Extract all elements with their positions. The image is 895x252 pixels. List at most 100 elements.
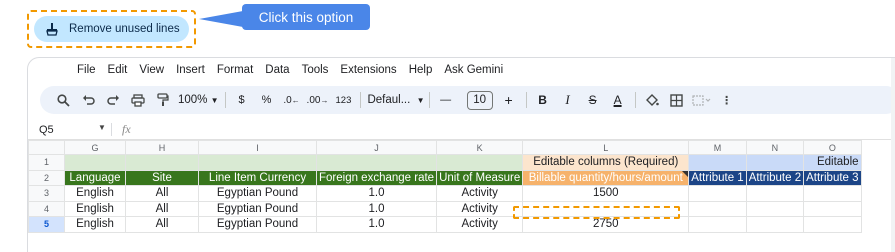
table-cell[interactable]: 1500 xyxy=(522,185,690,202)
table-cell[interactable]: 1.0 xyxy=(315,216,438,233)
remove-unused-lines-button[interactable]: Remove unused lines xyxy=(34,16,189,42)
editable-required-header[interactable]: Editable columns (Required) xyxy=(522,154,690,171)
table-cell[interactable]: Egyptian Pound xyxy=(198,216,317,233)
text-color-button[interactable]: A xyxy=(608,89,628,111)
decrease-decimal-button[interactable]: .0 ← xyxy=(282,89,302,111)
menu-help[interactable]: Help xyxy=(408,64,434,76)
row-header-5[interactable]: 5 xyxy=(28,216,65,233)
menu-insert[interactable]: Insert xyxy=(175,64,206,76)
header-language[interactable]: Language xyxy=(64,169,126,186)
header-foreign-exchange-rate[interactable]: Foreign exchange rate xyxy=(315,169,438,186)
row-header-2[interactable]: 2 xyxy=(28,169,65,186)
row-header-4[interactable]: 4 xyxy=(28,200,65,217)
bold-button[interactable]: B xyxy=(533,89,553,111)
remove-unused-lines-label: Remove unused lines xyxy=(69,23,180,35)
column-header-l[interactable]: L xyxy=(522,140,690,155)
cell-k1[interactable] xyxy=(436,154,524,171)
cell-h1[interactable] xyxy=(125,154,199,171)
column-header-m[interactable]: M xyxy=(688,140,747,155)
menu-view[interactable]: View xyxy=(138,64,165,76)
menu-file[interactable]: File xyxy=(76,64,97,76)
font-size-input[interactable]: 10 xyxy=(466,90,493,110)
name-box[interactable]: Q5 xyxy=(39,124,54,136)
italic-button[interactable]: I xyxy=(558,89,578,111)
number-format-button[interactable]: 123 xyxy=(333,89,353,111)
table-cell[interactable] xyxy=(803,185,862,202)
table-cell[interactable]: Egyptian Pound xyxy=(198,200,317,217)
fill-color-icon[interactable] xyxy=(642,89,662,111)
merge-cells-icon[interactable] xyxy=(691,89,712,111)
strikethrough-button[interactable]: S xyxy=(583,89,603,111)
header-line-item-currency[interactable]: Line Item Currency xyxy=(198,169,317,186)
table-cell[interactable]: All xyxy=(125,185,199,202)
more-options-icon[interactable]: ⋮ xyxy=(717,89,737,111)
table-cell[interactable] xyxy=(688,216,747,233)
header-attribute-2[interactable]: Attribute 2 xyxy=(745,169,805,186)
print-icon[interactable] xyxy=(128,89,148,111)
table-cell[interactable] xyxy=(745,200,805,217)
column-header-i[interactable]: I xyxy=(198,140,317,155)
table-cell[interactable]: All xyxy=(125,216,199,233)
table-cell[interactable]: English xyxy=(64,200,126,217)
table-cell[interactable] xyxy=(745,185,805,202)
note-indicator xyxy=(682,170,688,177)
table-cell[interactable] xyxy=(803,200,862,217)
table-cell[interactable]: Egyptian Pound xyxy=(198,185,317,202)
empty-row-highlight xyxy=(513,206,680,219)
header-unit-of-measure[interactable]: Unit of Measure xyxy=(436,169,524,186)
editable-header[interactable]: Editable xyxy=(803,154,862,171)
cell-m1[interactable] xyxy=(688,154,747,171)
column-header-n[interactable]: N xyxy=(745,140,805,155)
table-cell[interactable]: Activity xyxy=(436,200,524,217)
menu-tools[interactable]: Tools xyxy=(301,64,330,76)
table-cell[interactable]: Activity xyxy=(436,185,524,202)
paint-format-icon[interactable] xyxy=(153,89,173,111)
header-attribute-3[interactable]: Attribute 3 xyxy=(803,169,862,186)
redo-icon[interactable] xyxy=(103,89,123,111)
increase-font-size-button[interactable]: + xyxy=(499,89,519,111)
column-header-k[interactable]: K xyxy=(436,140,524,155)
table-cell[interactable] xyxy=(688,185,747,202)
table-cell[interactable] xyxy=(803,216,862,233)
percent-format-button[interactable]: % xyxy=(257,89,277,111)
sheet-grid: G H I J K L M N O 1 Editable columns (Re… xyxy=(28,140,862,233)
table-cell[interactable]: English xyxy=(64,185,126,202)
header-billable-quantity[interactable]: Billable quantity/hours/amount xyxy=(522,169,690,186)
search-menus-icon[interactable] xyxy=(53,89,73,111)
undo-icon[interactable] xyxy=(78,89,98,111)
header-site[interactable]: Site xyxy=(125,169,199,186)
column-header-o[interactable]: O xyxy=(803,140,862,155)
cell-g1[interactable] xyxy=(64,154,126,171)
table-cell[interactable]: English xyxy=(64,216,126,233)
menu-extensions[interactable]: Extensions xyxy=(339,64,397,76)
column-header-j[interactable]: J xyxy=(315,140,438,155)
increase-decimal-button[interactable]: .00 → xyxy=(307,89,329,111)
table-cell[interactable] xyxy=(688,200,747,217)
header-attribute-1[interactable]: Attribute 1 xyxy=(688,169,747,186)
toolbar-divider xyxy=(224,92,226,108)
cell-i1[interactable] xyxy=(198,154,317,171)
row-header-1[interactable]: 1 xyxy=(28,154,65,171)
table-cell[interactable]: 1.0 xyxy=(315,200,438,217)
menu-ask-gemini[interactable]: Ask Gemini xyxy=(443,64,504,76)
menu-format[interactable]: Format xyxy=(216,64,254,76)
table-cell[interactable]: 1.0 xyxy=(315,185,438,202)
zoom-select[interactable]: 100% ▼ xyxy=(178,89,219,111)
column-header-h[interactable]: H xyxy=(125,140,199,155)
row-header-3[interactable]: 3 xyxy=(28,185,65,202)
menu-data[interactable]: Data xyxy=(264,64,290,76)
table-cell[interactable] xyxy=(745,216,805,233)
cell-n1[interactable] xyxy=(745,154,805,171)
borders-icon[interactable] xyxy=(667,89,687,111)
cell-j1[interactable] xyxy=(315,154,438,171)
select-all-corner[interactable] xyxy=(28,140,65,155)
scrollbar-edge xyxy=(891,58,895,252)
currency-format-button[interactable]: $ xyxy=(232,89,252,111)
column-header-g[interactable]: G xyxy=(64,140,126,155)
decrease-font-size-button[interactable]: — xyxy=(436,89,456,111)
menu-edit[interactable]: Edit xyxy=(107,64,129,76)
chevron-down-icon[interactable]: ▼ xyxy=(98,123,106,132)
font-select[interactable]: Defaul... ▼ xyxy=(367,89,424,111)
table-cell[interactable]: Activity xyxy=(436,216,524,233)
table-cell[interactable]: All xyxy=(125,200,199,217)
